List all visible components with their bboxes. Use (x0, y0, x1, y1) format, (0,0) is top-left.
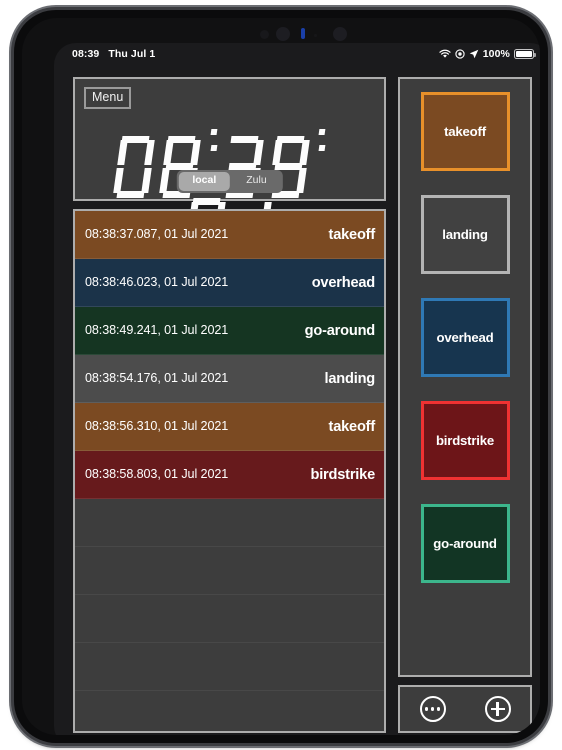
event-label: takeoff (328, 418, 376, 435)
table-row[interactable]: 08:38:54.176, 01 Jul 2021 landing (75, 355, 384, 403)
device-screen: 08:39 Thu Jul 1 100% Menu local Zulu 08:… (54, 43, 540, 735)
event-action-panel: takeoff landing overhead birdstrike go-aroun… (398, 77, 532, 677)
menu-button[interactable]: Menu (84, 87, 132, 110)
clock-panel: Menu local Zulu (73, 77, 386, 260)
more-options-icon[interactable] (419, 696, 446, 722)
action-button-landing[interactable]: landing (420, 195, 510, 274)
table-row-empty (75, 547, 384, 595)
table-row[interactable]: 08:38:37.087, 01 Jul 2021 takeoff (75, 211, 384, 259)
event-log-rows: 08:38:37.087, 01 Jul 2021 takeoff 08:38:46… (75, 211, 384, 731)
battery-percent-label: 100% (482, 48, 510, 60)
table-row-empty (75, 595, 384, 643)
bottom-toolbar-inner (400, 687, 530, 731)
ambient-sensor-icon (333, 27, 347, 41)
record-indicator-icon (455, 49, 465, 59)
status-bar-date: Thu Jul 1 (108, 48, 156, 60)
event-label: overhead (311, 274, 375, 291)
event-timestamp: 08:38:37.087, 01 Jul 2021 (85, 227, 229, 241)
table-row[interactable]: 08:38:58.803, 01 Jul 2021 birdstrike (75, 451, 384, 499)
event-timestamp: 08:38:58.803, 01 Jul 2021 (85, 467, 229, 481)
action-button-takeoff[interactable]: takeoff (420, 92, 510, 171)
status-bar: 08:39 Thu Jul 1 100% (54, 43, 540, 65)
sensor-indicator-icon (301, 28, 305, 39)
device-bezel: 08:39 Thu Jul 1 100% Menu local Zulu 08:… (22, 18, 540, 735)
bottom-toolbar (398, 685, 532, 733)
location-arrow-icon (469, 49, 479, 59)
event-timestamp: 08:38:54.176, 01 Jul 2021 (85, 371, 229, 385)
plus-icon (490, 702, 505, 716)
microphone-icon (314, 34, 317, 37)
battery-icon (514, 49, 536, 59)
clock-colon-icon (208, 109, 219, 171)
status-bar-time: 08:39 (72, 48, 100, 60)
device-frame: 08:39 Thu Jul 1 100% Menu local Zulu 08:… (14, 10, 548, 743)
table-row[interactable]: 08:38:49.241, 01 Jul 2021 go-around (75, 307, 384, 355)
app-root: Menu local Zulu 08:38:37.087, 01 Jul 202… (54, 65, 540, 735)
action-button-go-around[interactable]: go-around (420, 504, 510, 583)
event-action-buttons: takeoff landing overhead birdstrike go-aroun… (400, 79, 530, 675)
event-label: takeoff (328, 226, 376, 243)
time-mode-local-option[interactable]: local (178, 172, 231, 191)
ellipsis-icon (424, 707, 441, 711)
battery-fill (516, 51, 532, 57)
action-button-birdstrike[interactable]: birdstrike (420, 401, 510, 480)
front-camera-icon (276, 27, 290, 41)
event-timestamp: 08:38:46.023, 01 Jul 2021 (85, 275, 229, 289)
event-log-table[interactable]: 08:38:37.087, 01 Jul 2021 takeoff 08:38:46… (73, 209, 386, 733)
camera-dot-icon (260, 30, 269, 39)
wifi-icon (439, 49, 451, 59)
status-bar-right: 100% (439, 48, 536, 60)
time-mode-segmented-control[interactable]: local Zulu (176, 170, 283, 193)
event-label: landing (324, 370, 376, 387)
clock-colon-icon (316, 109, 327, 171)
table-row-empty (75, 499, 384, 547)
clock-digit (113, 135, 157, 198)
action-button-overhead[interactable]: overhead (420, 298, 510, 377)
table-row-empty (75, 643, 384, 691)
battery-tip (534, 52, 536, 57)
event-timestamp: 08:38:49.241, 01 Jul 2021 (85, 323, 229, 337)
status-bar-left: 08:39 Thu Jul 1 (72, 48, 155, 60)
time-mode-zulu-option[interactable]: Zulu (232, 172, 280, 191)
event-label: go-around (304, 322, 376, 339)
event-label: birdstrike (310, 466, 375, 483)
table-row[interactable]: 08:38:56.310, 01 Jul 2021 takeoff (75, 403, 384, 451)
table-row[interactable]: 08:38:46.023, 01 Jul 2021 overhead (75, 259, 384, 307)
event-timestamp: 08:38:56.310, 01 Jul 2021 (85, 419, 229, 433)
add-event-icon[interactable] (484, 696, 511, 722)
